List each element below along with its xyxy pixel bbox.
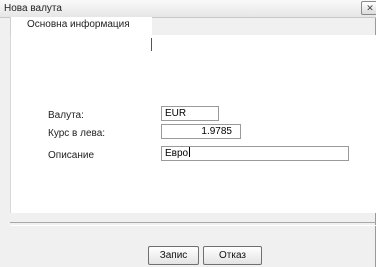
tab-divider — [151, 38, 152, 51]
description-label: Описание — [48, 150, 95, 161]
footer-separator — [10, 222, 376, 226]
save-button[interactable]: Запис — [148, 246, 199, 265]
close-icon[interactable]: ✕ — [361, 1, 376, 15]
currency-field[interactable]: EUR — [161, 106, 219, 121]
tab-strip: Основна информация — [10, 17, 376, 35]
rate-label: Курс в лева: — [48, 128, 106, 139]
cancel-button[interactable]: Отказ — [203, 246, 262, 265]
tab-main-info[interactable]: Основна информация — [10, 17, 152, 35]
description-field[interactable]: Евро — [161, 146, 349, 161]
title-bar[interactable]: Нова валута ✕ — [0, 0, 376, 18]
currency-label: Валута: — [48, 110, 84, 121]
window-title: Нова валута — [4, 3, 62, 14]
dialog-window: Нова валута ✕ Основна информация Валута:… — [0, 0, 376, 267]
text-caret — [189, 147, 191, 157]
description-value: Евро — [165, 148, 189, 159]
rate-field[interactable]: 1.9785 — [161, 124, 241, 139]
